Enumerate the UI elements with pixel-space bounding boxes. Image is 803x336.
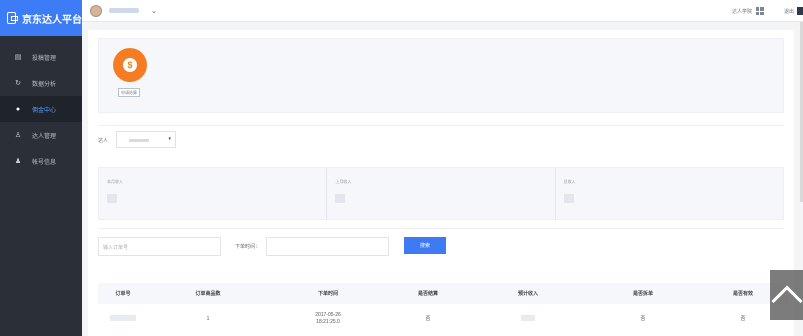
logout-link[interactable]: 退出 xyxy=(784,8,794,15)
user-icon: ♟ xyxy=(14,158,22,165)
settled-cell: 否 xyxy=(425,315,431,322)
column-header: 订单号 xyxy=(115,291,131,297)
order-time: 18:21:25.0 xyxy=(316,319,340,325)
income-stats: 本月收入 上月收入 总收入 xyxy=(98,167,784,220)
order-id-cell xyxy=(98,314,148,324)
table-row[interactable]: 1 2017-05-26 18:21:25.0 否 否 否 xyxy=(98,304,788,334)
talent-select[interactable]: ▾ xyxy=(116,131,176,148)
sidebar-item-analytics[interactable]: ↻ 数据分析 xyxy=(0,70,82,96)
brand[interactable]: 京东达人平台 xyxy=(0,0,82,36)
order-date-label: 下单时间： xyxy=(235,244,261,250)
logout-icon[interactable] xyxy=(797,7,803,15)
stat-label: 本月收入 xyxy=(107,179,123,184)
stat-total: 总收入 xyxy=(556,168,783,219)
money-icon: ● xyxy=(15,105,21,113)
top-bar: ⌄ 达人学院 退出 xyxy=(82,0,803,22)
sidebar-item-talents[interactable]: ♙ 达人管理 xyxy=(0,122,82,148)
divider xyxy=(98,125,784,126)
sidebar-item-label: 佣金中心 xyxy=(32,107,57,114)
apply-settlement-button[interactable]: 申请结算 xyxy=(118,88,140,97)
sidebar-item-commission[interactable]: ● 佣金中心 xyxy=(0,96,82,122)
academy-link[interactable]: 达人学院 xyxy=(732,8,752,15)
stat-label: 总收入 xyxy=(563,179,576,184)
main-content: $ 申请结算 达人 ▾ 本月收入 上月收入 总收入 输入订单号 下单时间： 搜索… xyxy=(82,22,803,336)
column-header: 预计收入 xyxy=(517,291,538,297)
caret-down-icon: ▾ xyxy=(168,136,171,142)
top-right-actions: 达人学院 退出 xyxy=(732,0,803,22)
settlement-card: $ 申请结算 xyxy=(98,38,784,113)
column-header: 是否结算 xyxy=(417,291,438,297)
sidebar-item-label: 数据分析 xyxy=(32,81,57,88)
refresh-icon: ↻ xyxy=(15,80,21,87)
selected-talent xyxy=(129,139,149,142)
sidebar-item-label: 帐号信息 xyxy=(32,159,57,166)
order-id xyxy=(110,314,136,321)
commission-panel: $ 申请结算 达人 ▾ 本月收入 上月收入 总收入 输入订单号 下单时间： 搜索… xyxy=(88,30,794,336)
sidebar-item-posts[interactable]: ▤ 投稿管理 xyxy=(0,44,82,70)
chevron-up-icon xyxy=(770,285,803,317)
avatar[interactable] xyxy=(90,4,102,17)
column-header: 订单商品数 xyxy=(195,291,221,297)
income-cell xyxy=(468,314,588,324)
column-header: 下单时间 xyxy=(317,291,338,297)
username[interactable] xyxy=(109,8,139,13)
order-date: 2017-05-26 xyxy=(315,312,341,318)
stat-value xyxy=(107,194,117,203)
stat-value xyxy=(563,194,574,203)
app-root: 京东达人平台 ▤ 投稿管理 ↻ 数据分析 ● 佣金中心 ♙ 达人管理 ♟ 帐号信… xyxy=(0,0,803,336)
column-header: 是否拆单 xyxy=(632,291,653,297)
split-cell: 否 xyxy=(640,315,646,322)
brand-title: 京东达人平台 xyxy=(22,14,82,26)
coin-icon: $ xyxy=(113,48,147,82)
date-cell: 2017-05-26 18:21:25.0 xyxy=(268,312,388,326)
chevron-down-icon[interactable]: ⌄ xyxy=(151,7,157,15)
divider xyxy=(98,228,784,229)
document-icon: ▤ xyxy=(14,54,22,61)
qty-cell: 1 xyxy=(206,315,210,322)
stat-last-month: 上月收入 xyxy=(327,168,556,219)
order-number-input[interactable]: 输入订单号 xyxy=(98,237,221,256)
back-to-top-button[interactable] xyxy=(770,270,803,320)
monitor-icon xyxy=(7,12,18,24)
order-date-input[interactable] xyxy=(266,237,389,256)
sidebar-item-label: 投稿管理 xyxy=(32,55,57,62)
sidebar-nav: ▤ 投稿管理 ↻ 数据分析 ● 佣金中心 ♙ 达人管理 ♟ 帐号信息 xyxy=(0,44,82,174)
table-header: 订单号 订单商品数 下单时间 是否结算 预计收入 是否拆单 是否有效 xyxy=(98,283,788,304)
sidebar-item-account[interactable]: ♟ 帐号信息 xyxy=(0,148,82,174)
orders-table: 订单号 订单商品数 下单时间 是否结算 预计收入 是否拆单 是否有效 1 201… xyxy=(98,283,788,336)
stat-label: 上月收入 xyxy=(335,179,352,184)
stat-value xyxy=(335,194,346,203)
search-button[interactable]: 搜索 xyxy=(404,237,446,254)
stat-this-month: 本月收入 xyxy=(99,168,328,219)
sidebar: 京东达人平台 ▤ 投稿管理 ↻ 数据分析 ● 佣金中心 ♙ 达人管理 ♟ 帐号信… xyxy=(0,0,82,336)
grid-icon[interactable] xyxy=(755,7,764,15)
talent-label: 达人 xyxy=(98,138,109,144)
team-icon: ♙ xyxy=(14,132,22,139)
estimated-income xyxy=(521,314,535,321)
sidebar-item-label: 达人管理 xyxy=(32,133,57,140)
